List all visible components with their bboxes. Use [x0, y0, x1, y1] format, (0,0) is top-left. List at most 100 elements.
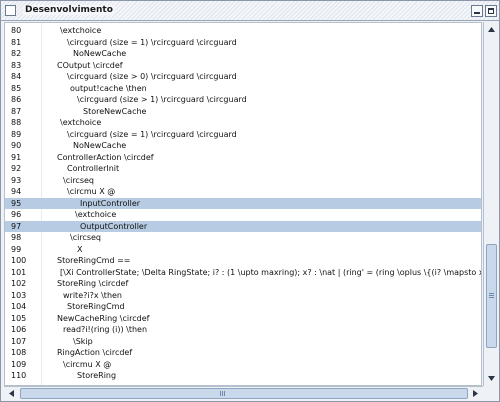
- code-line[interactable]: 104 StoreRingCmd: [5, 301, 481, 312]
- line-number: 89: [11, 129, 22, 139]
- code-line[interactable]: 103 write?i?x \then: [5, 290, 481, 301]
- arrow-left-icon[interactable]: [6, 388, 18, 399]
- line-code[interactable]: ControllerInit: [67, 163, 119, 174]
- line-number: 87: [11, 106, 22, 116]
- line-number: 83: [11, 60, 22, 70]
- line-number: 82: [11, 49, 22, 58]
- code-line[interactable]: 96 \extchoice: [5, 209, 481, 220]
- line-code[interactable]: StoreRingCmd ==: [57, 255, 130, 266]
- line-number: 108: [11, 348, 27, 357]
- line-number: 86: [11, 95, 22, 104]
- line-number: 98: [11, 233, 22, 242]
- line-code[interactable]: OutputController: [80, 221, 147, 232]
- code-line[interactable]: 105 NewCacheRing \circdef: [5, 313, 481, 324]
- code-line[interactable]: 84 \circguard (size > 0) \rcircguard \cir…: [5, 71, 481, 82]
- code-line[interactable]: 110 StoreRing: [5, 370, 481, 381]
- line-number: 91: [11, 152, 22, 162]
- code-line[interactable]: 93 \circseq: [5, 175, 481, 186]
- line-code[interactable]: \extchoice: [60, 25, 101, 36]
- horizontal-scroll-thumb[interactable]: [20, 388, 468, 399]
- line-number: 105: [11, 313, 27, 323]
- line-code[interactable]: [\Xi ControllerState; \Delta RingState; …: [60, 267, 481, 278]
- code-line[interactable]: 101 [\Xi ControllerState; \Delta RingStat…: [5, 267, 481, 278]
- line-number: 90: [11, 141, 22, 150]
- arrow-down-icon[interactable]: [486, 372, 497, 384]
- line-code[interactable]: output!cache \then: [70, 83, 147, 94]
- line-code[interactable]: \Skip: [73, 336, 93, 347]
- code-line[interactable]: 83 COutput \circdef: [5, 60, 481, 71]
- line-code[interactable]: \circseq: [70, 232, 101, 243]
- code-line[interactable]: 86 \circguard (size > 1) \rcircguard \cir…: [5, 94, 481, 105]
- vertical-scrollbar[interactable]: [483, 22, 498, 386]
- line-code[interactable]: \circmu X @: [67, 186, 115, 197]
- line-number: 100: [11, 256, 27, 265]
- arrow-up-icon[interactable]: [486, 24, 497, 36]
- code-line[interactable]: 95 InputController: [5, 197, 481, 209]
- code-line[interactable]: 88 \extchoice: [5, 117, 481, 128]
- line-code[interactable]: NewCacheRing \circdef: [57, 313, 149, 324]
- line-number: 101: [11, 267, 27, 277]
- code-line[interactable]: 81 \circguard (size = 1) \rcircguard \cir…: [5, 37, 481, 48]
- line-number: 80: [11, 26, 22, 35]
- line-code[interactable]: read?i!(ring (i)) \then: [63, 324, 147, 335]
- line-code[interactable]: \circseq: [63, 175, 94, 186]
- line-code[interactable]: \circguard (size > 0) \rcircguard \circg…: [67, 71, 237, 82]
- line-code[interactable]: \extchoice: [75, 209, 116, 220]
- code-line[interactable]: 92 ControllerInit: [5, 163, 481, 174]
- line-code[interactable]: ControllerAction \circdef: [57, 152, 154, 163]
- line-number: 88: [11, 118, 22, 127]
- line-number: 92: [11, 164, 22, 173]
- code-line[interactable]: 97 OutputController: [5, 220, 481, 232]
- line-code[interactable]: StoreRingCmd: [67, 301, 125, 312]
- code-line[interactable]: 82 NoNewCache: [5, 48, 481, 59]
- checkbox-icon[interactable]: [5, 5, 16, 16]
- code-line[interactable]: 85 output!cache \then: [5, 83, 481, 94]
- title-bar[interactable]: Desenvolvimento: [1, 1, 499, 21]
- code-line[interactable]: 90 NoNewCache: [5, 140, 481, 151]
- line-code[interactable]: NoNewCache: [73, 48, 126, 59]
- minimize-icon[interactable]: [471, 5, 483, 17]
- code-line[interactable]: 109 \circmu X @: [5, 359, 481, 370]
- internal-frame-window: Desenvolvimento 80 \extchoice 81 \circguard…: [0, 0, 500, 402]
- code-line[interactable]: 87 StoreNewCache: [5, 106, 481, 117]
- code-line[interactable]: 106 read?i!(ring (i)) \then: [5, 324, 481, 335]
- vertical-scroll-thumb[interactable]: [486, 244, 497, 348]
- line-code[interactable]: StoreNewCache: [83, 106, 146, 117]
- arrow-right-icon[interactable]: [469, 388, 481, 399]
- line-code[interactable]: StoreRing \circdef: [57, 278, 128, 289]
- line-number: 103: [11, 290, 27, 300]
- code-line[interactable]: 94 \circmu X @: [5, 186, 481, 197]
- code-line[interactable]: 99 X: [5, 244, 481, 255]
- line-code[interactable]: NoNewCache: [73, 140, 126, 151]
- line-code[interactable]: COutput \circdef: [57, 60, 123, 71]
- line-number: 104: [11, 302, 27, 311]
- code-line[interactable]: 80 \extchoice: [5, 25, 481, 36]
- line-number: 85: [11, 83, 22, 93]
- line-number: 110: [11, 371, 27, 380]
- code-line[interactable]: 91 ControllerAction \circdef: [5, 152, 481, 163]
- line-code[interactable]: StoreRing: [77, 370, 116, 381]
- line-code[interactable]: write?i?x \then: [63, 290, 122, 301]
- line-code[interactable]: \extchoice: [60, 117, 101, 128]
- maximize-icon[interactable]: [485, 5, 497, 17]
- line-code[interactable]: InputController: [80, 198, 140, 209]
- line-code[interactable]: \circguard (size > 1) \rcircguard \circg…: [77, 94, 247, 105]
- horizontal-scrollbar[interactable]: [4, 386, 483, 400]
- line-code[interactable]: \circmu X @: [63, 359, 111, 370]
- code-line[interactable]: 98 \circseq: [5, 232, 481, 243]
- line-code[interactable]: \circguard (size = 1) \rcircguard \circg…: [67, 37, 237, 48]
- code-line[interactable]: 100 StoreRingCmd ==: [5, 255, 481, 266]
- line-number: 102: [11, 279, 27, 288]
- line-number: 94: [11, 187, 22, 196]
- line-number: 109: [11, 359, 27, 369]
- code-line[interactable]: 102 StoreRing \circdef: [5, 278, 481, 289]
- line-code[interactable]: X: [77, 244, 82, 255]
- line-number: 81: [11, 37, 22, 47]
- line-code[interactable]: \circguard (size = 1) \rcircguard \circg…: [67, 129, 237, 140]
- code-editor[interactable]: 80 \extchoice 81 \circguard (size = 1) \rci…: [4, 22, 482, 386]
- line-number: 99: [11, 244, 22, 254]
- code-line[interactable]: 108 RingAction \circdef: [5, 347, 481, 358]
- code-line[interactable]: 107 \Skip: [5, 336, 481, 347]
- code-line[interactable]: 89 \circguard (size = 1) \rcircguard \cir…: [5, 129, 481, 140]
- line-code[interactable]: RingAction \circdef: [57, 347, 132, 358]
